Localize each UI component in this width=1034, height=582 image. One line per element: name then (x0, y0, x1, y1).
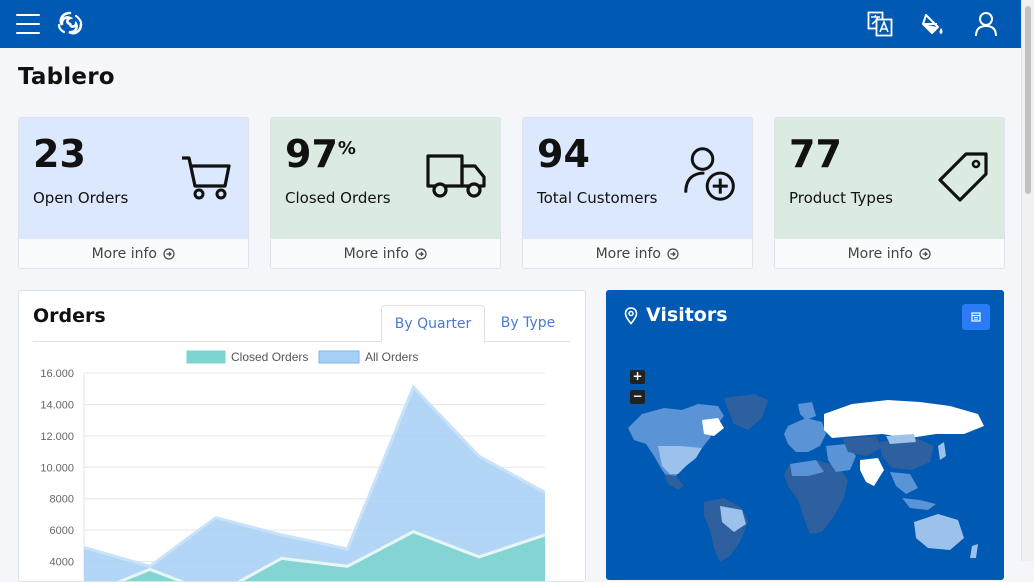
stat-card-body: 97% Closed Orders (271, 118, 500, 238)
legend-swatch (186, 350, 226, 364)
tab-by-quarter[interactable]: By Quarter (381, 305, 485, 343)
top-navbar (0, 0, 1022, 48)
orders-panel: Orders By Quarter By Type 16.000 14.000 12… (18, 290, 586, 582)
stat-label: Closed Orders (285, 189, 391, 207)
y-tick-label: 4000 (50, 557, 74, 569)
tab-by-type[interactable]: By Type (485, 305, 571, 341)
map-region-japan (938, 442, 946, 460)
stat-number: 94 (537, 132, 590, 176)
map-region-europe (784, 418, 826, 452)
more-info-link[interactable]: More info (523, 238, 752, 268)
calendar-icon (971, 312, 981, 322)
hamburger-icon[interactable] (16, 14, 40, 34)
y-tick-label: 10.000 (40, 462, 74, 474)
map-zoom-in-button[interactable]: + (630, 370, 645, 384)
tab-divider (33, 341, 571, 342)
more-info-link[interactable]: More info (775, 238, 1004, 268)
y-tick-label: 12.000 (40, 431, 74, 443)
more-info-link[interactable]: More info (19, 238, 248, 268)
map-region-china (880, 438, 934, 470)
more-info-label: More info (91, 246, 157, 262)
map-region-mexico (664, 474, 684, 490)
legend-label: Closed Orders (231, 350, 308, 364)
add-user-icon (684, 147, 735, 201)
stat-value: 94 (537, 132, 590, 176)
stat-suffix: % (337, 138, 356, 159)
stat-value: 23 (33, 132, 86, 176)
orders-area-chart: 16.00014.00012.00010.0008000600040002000… (40, 350, 546, 581)
orders-title: Orders (33, 305, 106, 327)
page-scrollbar[interactable] (1021, 0, 1034, 561)
arrow-circle-right-icon (919, 248, 932, 260)
map-region-greenland (724, 394, 768, 430)
y-tick-label: 8000 (50, 494, 74, 506)
stat-label: Open Orders (33, 189, 129, 207)
stat-number: 77 (789, 132, 842, 176)
area-series-all-orders (84, 387, 545, 581)
visitors-panel: Visitors + − (606, 290, 1004, 580)
tag-icon (938, 152, 988, 202)
map-region-canada-east (702, 418, 724, 436)
stat-number: 97 (285, 132, 338, 176)
visitors-title: Visitors (646, 304, 728, 326)
world-map[interactable] (620, 390, 992, 562)
stat-card-closed-orders: 97% Closed Orders More info (270, 117, 501, 269)
map-region-new-zealand (970, 544, 978, 558)
more-info-link[interactable]: More info (271, 238, 500, 268)
map-region-scandinavia (798, 402, 816, 420)
y-tick-label: 14.000 (40, 399, 74, 411)
stat-card-body: 77 Product Types (775, 118, 1004, 238)
stat-label: Product Types (789, 189, 893, 207)
truck-icon (426, 154, 486, 198)
stat-card-body: 23 Open Orders (19, 118, 248, 238)
cart-icon (182, 156, 231, 200)
map-region-southeast-asia (890, 472, 918, 494)
stat-number: 23 (33, 132, 86, 176)
more-info-label: More info (343, 246, 409, 262)
more-info-label: More info (595, 246, 661, 262)
map-region-india (860, 458, 884, 486)
user-icon[interactable] (973, 11, 999, 37)
swirl-logo-icon[interactable] (56, 10, 84, 38)
legend-swatch (318, 350, 360, 364)
y-tick-label: 6000 (50, 525, 74, 537)
arrow-circle-right-icon (163, 248, 176, 260)
stat-card-total-customers: 94 Total Customers More info (522, 117, 753, 269)
translate-icon[interactable] (867, 11, 893, 37)
stat-label: Total Customers (537, 189, 658, 207)
legend-label: All Orders (365, 350, 418, 364)
calendar-button[interactable] (962, 304, 990, 330)
stat-card-open-orders: 23 Open Orders More info (18, 117, 249, 269)
page-title: Tablero (18, 64, 115, 90)
map-region-australia (914, 514, 964, 550)
map-pin-icon (624, 307, 638, 325)
scrollbar-thumb[interactable] (1025, 6, 1031, 194)
arrow-circle-right-icon (667, 248, 680, 260)
stat-card-product-types: 77 Product Types More info (774, 117, 1005, 269)
stat-value: 97% (285, 132, 356, 176)
y-tick-label: 16.000 (40, 368, 74, 380)
more-info-label: More info (847, 246, 913, 262)
map-region-indonesia (902, 498, 936, 510)
arrow-circle-right-icon (415, 248, 428, 260)
map-region-russia (824, 400, 984, 438)
paint-bucket-icon[interactable] (920, 11, 946, 37)
stat-value: 77 (789, 132, 842, 176)
stat-card-body: 94 Total Customers (523, 118, 752, 238)
